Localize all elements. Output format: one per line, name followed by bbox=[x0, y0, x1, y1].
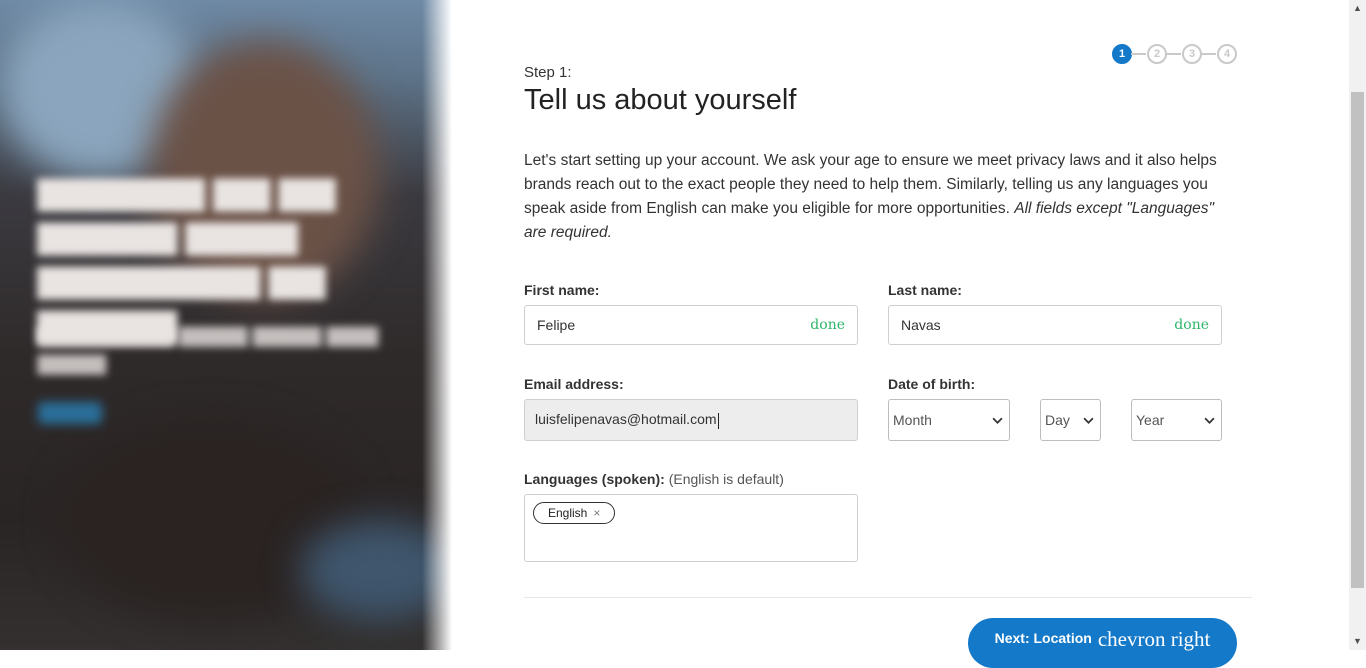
languages-hint: (English is default) bbox=[668, 471, 784, 487]
email-text: luisfelipenavas@hotmail.com bbox=[535, 411, 717, 428]
step-connector bbox=[1131, 53, 1146, 55]
dob-day-select[interactable]: Day bbox=[1040, 399, 1101, 441]
step-connector bbox=[1201, 53, 1216, 55]
chevron-down-icon bbox=[1204, 417, 1215, 424]
done-icon: done bbox=[1174, 317, 1209, 333]
email-label: Email address: bbox=[524, 376, 624, 392]
next-button-label: Next: Location bbox=[994, 630, 1092, 646]
dob-month-value: Month bbox=[893, 412, 932, 428]
step-label: Step 1: bbox=[524, 64, 572, 81]
email-field[interactable]: luisfelipenavas@hotmail.com bbox=[524, 399, 858, 441]
dob-label: Date of birth: bbox=[888, 376, 976, 392]
first-name-value: Felipe bbox=[537, 317, 576, 333]
next-location-button[interactable]: Next: Location chevron right bbox=[968, 618, 1237, 668]
first-name-field[interactable]: Felipe done bbox=[524, 305, 858, 345]
text-caret bbox=[717, 412, 719, 429]
last-name-value: Navas bbox=[901, 317, 941, 333]
hero-button-blurred bbox=[38, 402, 102, 424]
dob-year-select[interactable]: Year bbox=[1131, 399, 1222, 441]
close-icon[interactable]: × bbox=[593, 506, 600, 520]
done-icon: done bbox=[810, 317, 845, 333]
chevron-down-icon bbox=[992, 417, 1003, 424]
scroll-down-arrow-icon[interactable]: ▼ bbox=[1349, 633, 1366, 650]
last-name-label: Last name: bbox=[888, 282, 962, 298]
chevron-right-icon: chevron right bbox=[1097, 627, 1211, 651]
language-chip-label: English bbox=[548, 506, 588, 520]
first-name-label: First name: bbox=[524, 282, 600, 298]
languages-label-text: Languages (spoken): bbox=[524, 471, 665, 487]
language-chip-english: English × bbox=[533, 502, 616, 524]
scrollbar-thumb[interactable] bbox=[1351, 92, 1364, 588]
languages-field[interactable]: English × bbox=[524, 494, 858, 562]
dob-month-select[interactable]: Month bbox=[888, 399, 1010, 441]
scrollbar[interactable]: ▲ ▼ bbox=[1349, 0, 1366, 650]
step-3-dot: 3 bbox=[1182, 44, 1202, 64]
step-2-dot: 2 bbox=[1147, 44, 1167, 64]
intro-paragraph: Let's start setting up your account. We … bbox=[524, 149, 1236, 245]
step-1-dot: 1 bbox=[1112, 44, 1132, 64]
step-4-dot: 4 bbox=[1217, 44, 1237, 64]
step-connector bbox=[1166, 53, 1181, 55]
hero-panel: ▆▆▆▆▆▆ ▆▆ ▆▆ ▆▆▆▆▆ ▆▆▆▆ ▆▆▆▆▆▆▆▆ ▆▆ ▆▆▆▆▆ … bbox=[0, 0, 452, 650]
last-name-field[interactable]: Navas done bbox=[888, 305, 1222, 345]
email-value: luisfelipenavas@hotmail.com bbox=[535, 411, 845, 429]
dob-year-value: Year bbox=[1136, 412, 1165, 428]
dob-day-value: Day bbox=[1045, 412, 1070, 428]
hero-bg-accent bbox=[300, 520, 452, 620]
progress-stepper: 1 2 3 4 bbox=[1112, 44, 1242, 64]
page-title: Tell us about yourself bbox=[524, 84, 797, 116]
hero-headline-blurred: ▆▆▆▆▆▆ ▆▆ ▆▆ ▆▆▆▆▆ ▆▆▆▆ ▆▆▆▆▆▆▆▆ ▆▆ ▆▆▆▆▆ bbox=[38, 169, 335, 342]
divider bbox=[524, 597, 1252, 598]
chevron-down-icon bbox=[1083, 417, 1094, 424]
hero-subtext-blurred: ▆▆▆▆▆▆▆▆ ▆▆▆▆ ▆▆▆▆ ▆▆▆ ▆▆▆▆ bbox=[38, 321, 378, 374]
languages-label: Languages (spoken): (English is default) bbox=[524, 471, 784, 487]
scroll-up-arrow-icon[interactable]: ▲ bbox=[1349, 0, 1366, 17]
